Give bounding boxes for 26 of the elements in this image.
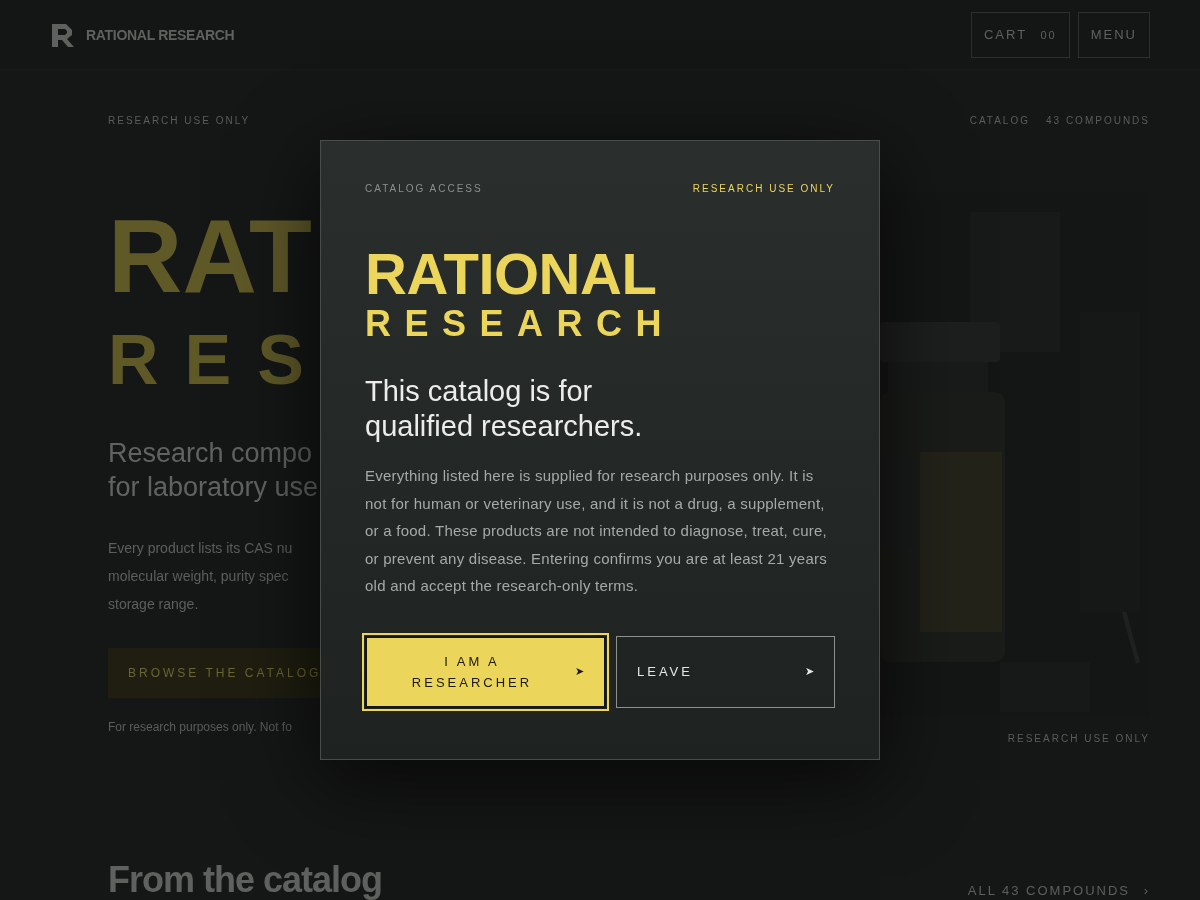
leave-button[interactable]: LEAVE ➤ xyxy=(616,635,835,708)
footnote: For research purposes only. Not fo xyxy=(108,720,293,734)
dialog-logo-text: RATIONAL xyxy=(365,246,658,302)
hero-wordmark: RAT xyxy=(108,212,314,302)
catalog-meta: CATALOG xyxy=(969,115,1030,126)
catalog-meta: 43 COMPOUNDS xyxy=(1046,115,1150,126)
cart-button[interactable]: CART 00 xyxy=(970,11,1070,58)
image-caption: RESEARCH USE ONLY xyxy=(1007,733,1150,744)
brand-name[interactable]: RATIONAL RESEARCH xyxy=(86,26,235,43)
section-title: From the catalog xyxy=(108,860,383,900)
menu-button[interactable]: MENU xyxy=(1077,11,1150,58)
hero-wordmark: RES xyxy=(108,320,320,400)
logo-icon[interactable] xyxy=(50,21,76,48)
hero-text: storage range. xyxy=(108,595,200,614)
dialog-eyebrow: CATALOG ACCESS xyxy=(365,183,483,194)
hero-headline: for laboratory use xyxy=(108,471,320,504)
notice-label: RESEARCH USE ONLY xyxy=(108,115,251,126)
hero-headline: Research compo xyxy=(108,437,314,470)
dialog-title: This catalog is for qualified researchers. xyxy=(365,374,644,444)
dialog-logo-text: RESEARCH xyxy=(365,304,665,344)
usage-tag: RESEARCH USE ONLY xyxy=(692,183,835,194)
hero-text: molecular weight, purity spec xyxy=(108,567,290,586)
accept-button[interactable]: I AM A RESEARCHER ➤ xyxy=(365,635,606,708)
hero-text: Every product lists its CAS nu xyxy=(108,539,294,558)
dialog-text: Everything listed here is supplied for research purposes only. It is not for human or veterinary use, and it is not a drug, a supplement, or a food. These products are not intended to diagnose, treat, cure, or prevent any disease. Entering confirms you are at least 21 years old and accept the research-only terms. xyxy=(365,466,828,596)
all-compounds-link[interactable]: ALL 43 COMPOUNDS › xyxy=(967,883,1150,900)
